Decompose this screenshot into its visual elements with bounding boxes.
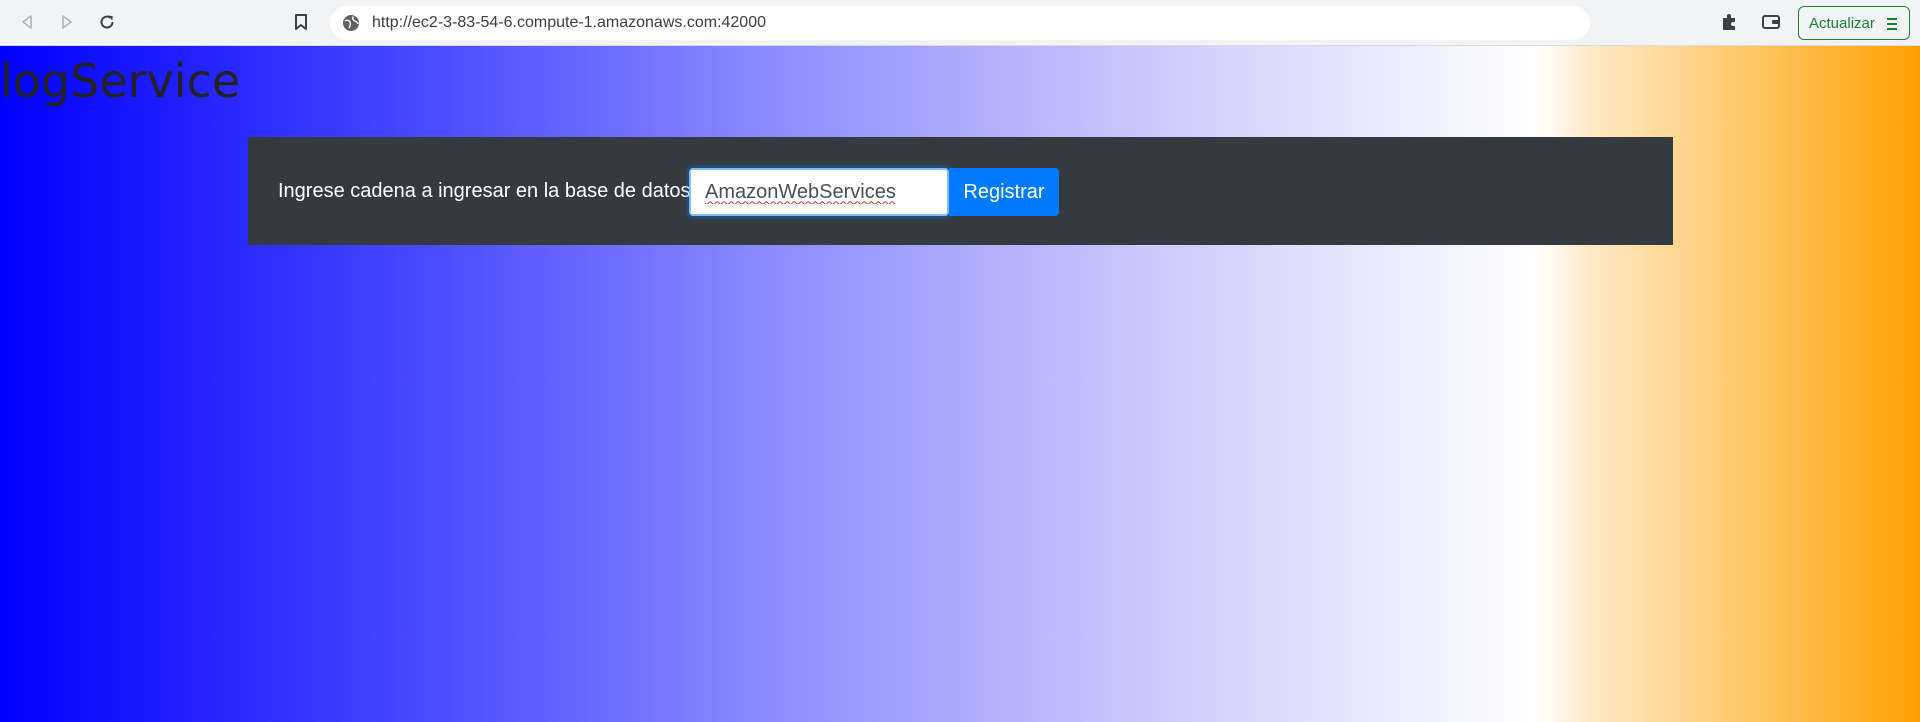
forward-icon [62,15,72,29]
reload-icon [100,15,114,29]
update-button[interactable]: Actualizar [1798,6,1910,40]
wallet-icon [1762,15,1780,29]
page-body: logService Ingrese cadena a ingresar en … [0,46,1920,722]
url-text: http://ec2-3-83-54-6.compute-1.amazonaws… [372,14,766,31]
update-label: Actualizar [1809,14,1875,32]
register-form: Ingrese cadena a ingresar en la base de … [248,137,1673,245]
globe-icon [343,15,359,31]
bookmark-icon [295,14,307,30]
menu-icon [1887,18,1897,30]
forward-button[interactable] [52,7,82,37]
page-title: logService [0,54,241,108]
extensions-icon [1723,14,1735,30]
bookmark-button[interactable] [286,7,316,37]
wallet-button[interactable] [1756,7,1786,37]
back-icon [22,15,32,29]
browser-toolbar: http://ec2-3-83-54-6.compute-1.amazonaws… [0,0,1920,46]
extensions-button[interactable] [1714,7,1744,37]
back-button[interactable] [12,7,42,37]
input-label: Ingrese cadena a ingresar en la base de … [278,180,702,202]
string-input[interactable] [689,168,949,216]
address-bar[interactable]: http://ec2-3-83-54-6.compute-1.amazonaws… [330,6,1590,40]
reload-button[interactable] [92,7,122,37]
register-button[interactable]: Registrar [949,168,1059,216]
